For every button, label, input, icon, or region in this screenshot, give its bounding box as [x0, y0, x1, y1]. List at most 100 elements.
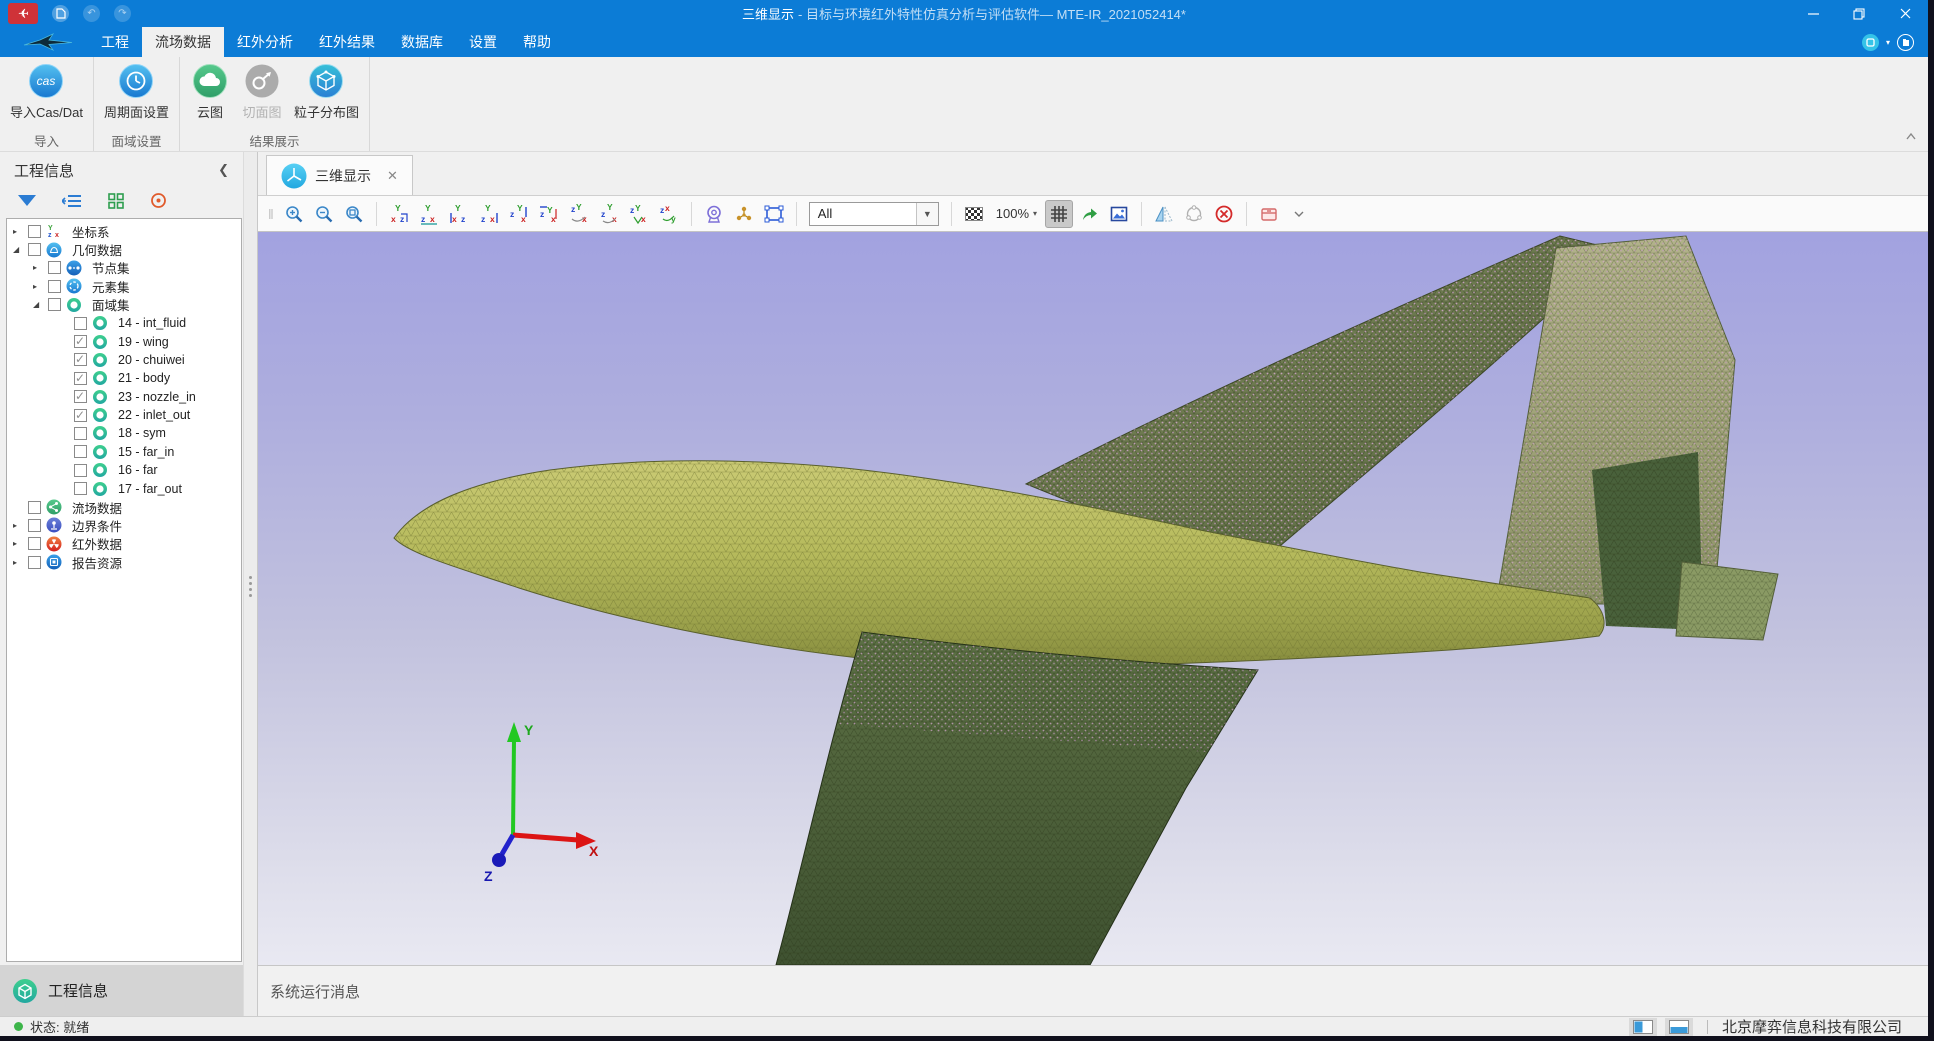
redo-button[interactable]: ↷: [114, 5, 131, 22]
tree-item[interactable]: 15 - far_in: [7, 443, 241, 461]
grid-toggle-button[interactable]: [1045, 200, 1073, 228]
import-cas-dat-button[interactable]: cas 导入Cas/Dat: [4, 61, 89, 129]
menu-item-engineering[interactable]: 工程: [88, 27, 142, 57]
view-top-button[interactable]: zYx: [505, 200, 533, 228]
visibility-checkbox[interactable]: [28, 537, 41, 550]
periodic-face-button[interactable]: 周期面设置: [98, 61, 175, 129]
maximize-button[interactable]: [1836, 0, 1882, 27]
toolbar-drag-handle[interactable]: ‖: [268, 206, 274, 222]
menu-item-flowfield-data[interactable]: 流场数据: [142, 27, 224, 57]
delete-button[interactable]: [1210, 200, 1238, 228]
visibility-checkbox[interactable]: [28, 501, 41, 514]
snapshot-button[interactable]: [1105, 200, 1133, 228]
bottom-panel-tab[interactable]: 工程信息: [0, 965, 243, 1016]
save-button[interactable]: [52, 5, 69, 22]
tree-item[interactable]: 20 - chuiwei: [7, 351, 241, 369]
tree-item[interactable]: 17 - far_out: [7, 479, 241, 497]
zoom-out-button[interactable]: [310, 200, 338, 228]
tree-item[interactable]: ▸红外数据: [7, 535, 241, 553]
tree-item[interactable]: ◢几何数据: [7, 240, 241, 258]
particle-distribution-button[interactable]: 粒子分布图: [288, 61, 365, 129]
viewport-3d[interactable]: Y X Z: [258, 232, 1928, 965]
panel-splitter[interactable]: [243, 152, 258, 1016]
view-right-button[interactable]: Yzx: [475, 200, 503, 228]
view-front-button[interactable]: Yxz: [385, 200, 413, 228]
panel-collapse-button[interactable]: ❮: [218, 162, 229, 178]
view-iso-1-button[interactable]: zxY: [565, 200, 593, 228]
tree-item[interactable]: 21 - body: [7, 369, 241, 387]
visibility-checkbox[interactable]: [74, 317, 87, 330]
tab-3d-display[interactable]: 三维显示 ✕: [266, 155, 413, 195]
cloud-plot-button[interactable]: 云图: [184, 61, 236, 129]
theme-dropdown-caret-icon[interactable]: ▾: [1886, 38, 1890, 47]
export-button[interactable]: [1075, 200, 1103, 228]
zoom-in-button[interactable]: [280, 200, 308, 228]
visibility-checkbox[interactable]: [74, 445, 87, 458]
visibility-checkbox[interactable]: [28, 225, 41, 238]
tree-item[interactable]: 14 - int_fluid: [7, 314, 241, 332]
camera-button[interactable]: [700, 200, 728, 228]
section-dropdown-button[interactable]: [1285, 200, 1313, 228]
expander-closed-icon[interactable]: ▸: [13, 521, 28, 530]
grid-view-button[interactable]: [108, 193, 124, 214]
undo-button[interactable]: ↶: [83, 5, 100, 22]
menu-item-infrared-results[interactable]: 红外结果: [306, 27, 388, 57]
transparency-button[interactable]: [960, 200, 988, 228]
menu-item-infrared-analysis[interactable]: 红外分析: [224, 27, 306, 57]
expander-open-icon[interactable]: ◢: [13, 245, 28, 254]
expander-open-icon[interactable]: ◢: [33, 300, 48, 309]
expander-closed-icon[interactable]: ▸: [13, 539, 28, 548]
tree-item[interactable]: 19 - wing: [7, 332, 241, 350]
select-region-button[interactable]: [760, 200, 788, 228]
visibility-checkbox[interactable]: [74, 409, 87, 422]
view-back-button[interactable]: Yzx: [415, 200, 443, 228]
visibility-checkbox[interactable]: [28, 243, 41, 256]
visibility-checkbox[interactable]: [74, 335, 87, 348]
particles-button[interactable]: [730, 200, 758, 228]
close-button[interactable]: [1882, 0, 1928, 27]
tree-item[interactable]: ▸报告资源: [7, 553, 241, 571]
layout-bottom-panel-button[interactable]: [1665, 1018, 1693, 1036]
visibility-checkbox[interactable]: [74, 353, 87, 366]
app-jet-button[interactable]: ✈: [8, 3, 38, 24]
style-button[interactable]: [1897, 34, 1914, 51]
visibility-checkbox[interactable]: [74, 427, 87, 440]
visibility-checkbox[interactable]: [74, 372, 87, 385]
minimize-button[interactable]: [1790, 0, 1836, 27]
ribbon-collapse-button[interactable]: [1904, 127, 1918, 145]
zoom-fit-button[interactable]: [340, 200, 368, 228]
expander-closed-icon[interactable]: ▸: [13, 558, 28, 567]
visibility-checkbox[interactable]: [48, 280, 61, 293]
tree-item[interactable]: ▸元素集: [7, 277, 241, 295]
tree-item[interactable]: 22 - inlet_out: [7, 406, 241, 424]
combo-dropdown-icon[interactable]: ▼: [916, 203, 938, 225]
view-iso-2-button[interactable]: zxY: [595, 200, 623, 228]
tree-item[interactable]: 18 - sym: [7, 424, 241, 442]
visibility-checkbox[interactable]: [74, 464, 87, 477]
layout-left-panel-button[interactable]: [1629, 1018, 1657, 1036]
display-filter-combo[interactable]: All ▼: [809, 202, 939, 226]
view-iso-4-button[interactable]: zyx: [655, 200, 683, 228]
zoom-level-control[interactable]: 100% ▾: [990, 200, 1043, 228]
tree-item[interactable]: ◢面域集: [7, 296, 241, 314]
menu-item-database[interactable]: 数据库: [388, 27, 456, 57]
view-iso-3-button[interactable]: zYx: [625, 200, 653, 228]
menu-item-settings[interactable]: 设置: [456, 27, 510, 57]
visibility-checkbox[interactable]: [74, 482, 87, 495]
tree-item[interactable]: 23 - nozzle_in: [7, 388, 241, 406]
tree-item[interactable]: ▸边界条件: [7, 516, 241, 534]
splitter-handle[interactable]: [249, 576, 252, 597]
visibility-checkbox[interactable]: [48, 261, 61, 274]
visibility-checkbox[interactable]: [28, 519, 41, 532]
expander-closed-icon[interactable]: ▸: [13, 227, 28, 236]
visibility-checkbox[interactable]: [28, 556, 41, 569]
tree-item[interactable]: ▸Yzx坐标系: [7, 222, 241, 240]
expander-closed-icon[interactable]: ▸: [33, 282, 48, 291]
expander-closed-icon[interactable]: ▸: [33, 263, 48, 272]
view-bottom-button[interactable]: zYx: [535, 200, 563, 228]
tree-item[interactable]: 流场数据: [7, 498, 241, 516]
target-button[interactable]: [150, 192, 167, 214]
tree-item[interactable]: 16 - far: [7, 461, 241, 479]
tab-close-icon[interactable]: ✕: [387, 168, 398, 184]
visibility-checkbox[interactable]: [74, 390, 87, 403]
